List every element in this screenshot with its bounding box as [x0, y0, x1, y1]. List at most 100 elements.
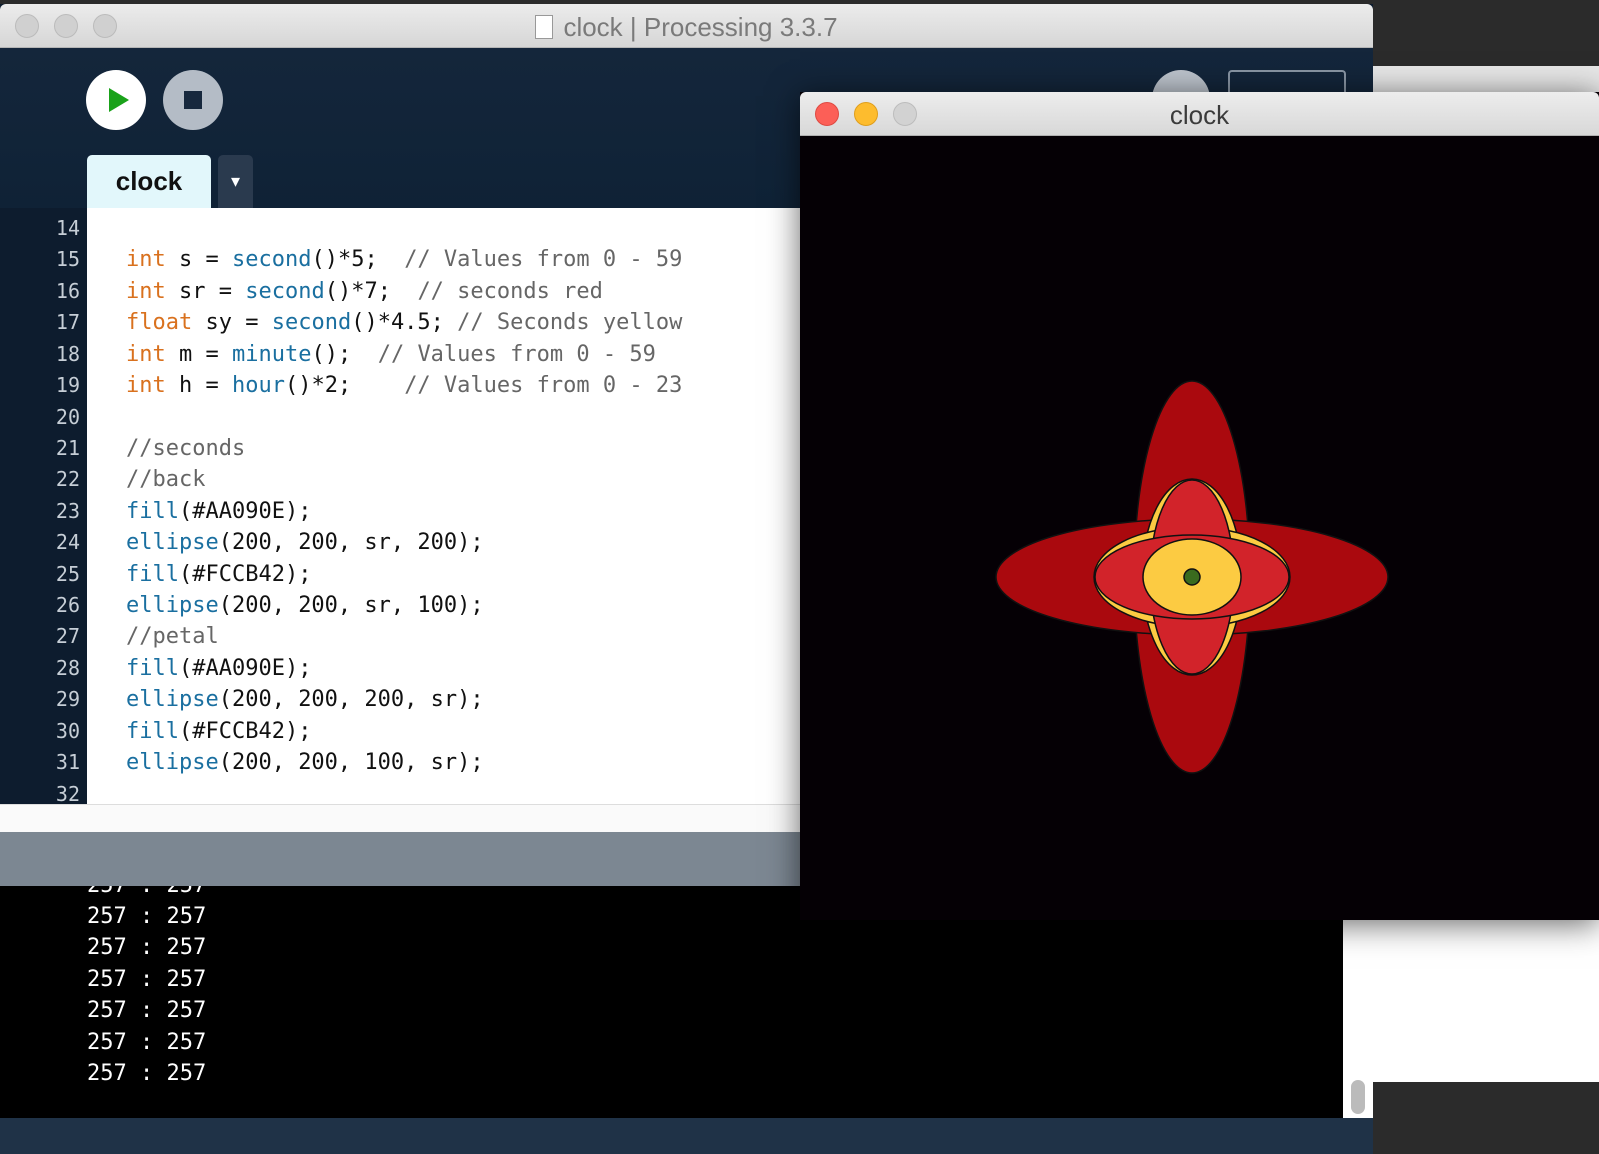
line-number: 14 — [55, 216, 80, 240]
code-line: float sy = second()*4.5; // Seconds yell… — [126, 307, 682, 338]
line-number: 30 — [55, 719, 80, 743]
console-line-partial: 257 : 257 — [87, 886, 206, 901]
window-title: clock | Processing 3.3.7 — [563, 12, 838, 42]
code-line: int sr = second()*7; // seconds red — [126, 276, 603, 307]
code-keyword: int — [126, 342, 166, 367]
line-number: 22 — [55, 467, 80, 491]
code-function: second — [271, 310, 352, 335]
console-line: 257 : 257 — [87, 904, 207, 929]
code-line: //petal — [126, 621, 219, 652]
code-text: ()*7; — [324, 279, 418, 304]
code-text: ()*4.5; — [351, 310, 458, 335]
code-function: second — [245, 279, 325, 304]
code-line: ellipse(200, 200, 100, sr); — [126, 747, 484, 778]
code-line: ellipse(200, 200, 200, sr); — [126, 684, 484, 715]
sketch-window: clock — [800, 92, 1599, 920]
play-icon — [109, 88, 129, 112]
line-number: 27 — [55, 624, 80, 648]
code-text: (200, 200, 200, sr); — [218, 687, 484, 712]
code-comment: // Values from 0 - 23 — [404, 373, 683, 398]
code-text: (#FCCB42); — [178, 719, 312, 744]
code-line: int m = minute(); // Values from 0 - 59 — [126, 339, 656, 370]
window-title-wrap: clock | Processing 3.3.7 — [0, 12, 1373, 43]
sketch-title: clock — [1169, 100, 1230, 130]
code-function: fill — [126, 499, 179, 524]
code-function: ellipse — [126, 687, 219, 712]
code-text: (#FCCB42); — [178, 562, 312, 587]
code-comment: // Seconds yellow — [457, 310, 683, 335]
code-text: (200, 200, sr, 100); — [218, 593, 484, 618]
code-line: fill(#FCCB42); — [126, 559, 311, 590]
line-number: 15 — [55, 247, 80, 271]
console-line: 257 : 257 — [87, 935, 207, 960]
line-number: 21 — [55, 436, 80, 460]
code-line: fill(#AA090E); — [126, 653, 311, 684]
code-function: fill — [126, 562, 179, 587]
line-number: 29 — [55, 687, 80, 711]
code-text: (); — [311, 342, 378, 367]
code-function: hour — [231, 373, 285, 398]
code-text: (#AA090E); — [178, 656, 312, 681]
code-function: second — [231, 247, 312, 272]
line-number: 26 — [55, 593, 80, 617]
code-comment: //petal — [126, 624, 219, 649]
code-line: fill(#AA090E); — [126, 496, 311, 527]
code-line: //seconds — [126, 433, 245, 464]
tab-menu-button[interactable]: ▾ — [218, 155, 253, 208]
code-text: (200, 200, sr, 200); — [218, 530, 484, 555]
line-number: 20 — [55, 405, 80, 429]
sketch-canvas — [995, 380, 1389, 774]
title-bar: clock | Processing 3.3.7 — [0, 4, 1373, 48]
code-text: ()*5; — [311, 247, 405, 272]
background-window-header — [1373, 66, 1599, 93]
tab-clock[interactable]: clock — [87, 155, 211, 208]
code-text: sr = — [165, 279, 246, 304]
stop-icon — [184, 91, 202, 109]
line-number: 16 — [55, 279, 80, 303]
code-function: ellipse — [126, 530, 219, 555]
code-keyword: int — [126, 247, 166, 272]
bottom-tabs-bar — [0, 1118, 1373, 1154]
code-line: ellipse(200, 200, sr, 200); — [126, 527, 484, 558]
code-line: int s = second()*5; // Values from 0 - 5… — [126, 244, 682, 275]
code-line: ellipse(200, 200, sr, 100); — [126, 590, 484, 621]
code-line: fill(#FCCB42); — [126, 716, 311, 747]
code-comment: // seconds red — [417, 279, 603, 304]
console-line: 257 : 257 — [87, 998, 207, 1023]
green-dot — [1183, 568, 1201, 586]
line-number: 19 — [55, 373, 80, 397]
code-keyword: int — [126, 373, 166, 398]
line-number: 25 — [55, 562, 80, 586]
code-keyword: float — [126, 310, 193, 335]
code-comment: // Values from 0 - 59 — [377, 342, 656, 367]
code-keyword: int — [126, 279, 166, 304]
console-line: 257 : 257 — [87, 967, 207, 992]
sketch-title-bar: clock — [800, 92, 1599, 136]
line-number: 18 — [55, 342, 80, 366]
code-text: s = — [165, 247, 232, 272]
code-function: ellipse — [126, 593, 219, 618]
line-number: 23 — [55, 499, 80, 523]
code-line: //back — [126, 464, 205, 495]
scrollbar-thumb[interactable] — [1351, 1080, 1365, 1114]
console-line: 257 : 257 — [87, 1030, 207, 1055]
line-number: 24 — [55, 530, 80, 554]
stop-button[interactable] — [163, 70, 223, 130]
console-output[interactable]: 257 : 257 257 : 257 257 : 257 257 : 257 … — [0, 886, 1343, 1118]
code-text: sy = — [192, 310, 272, 335]
code-text: m = — [165, 342, 232, 367]
line-number: 17 — [55, 310, 80, 334]
console-line: 257 : 257 — [87, 1061, 207, 1086]
code-text: ()*2; — [284, 373, 405, 398]
code-function: ellipse — [126, 750, 219, 775]
line-number: 28 — [55, 656, 80, 680]
code-line: int h = hour()*2; // Values from 0 - 23 — [126, 370, 682, 401]
run-button[interactable] — [86, 70, 146, 130]
code-text: h = — [165, 373, 232, 398]
code-text: (200, 200, 100, sr); — [218, 750, 484, 775]
code-text: (#AA090E); — [178, 499, 312, 524]
code-comment: //back — [126, 467, 206, 492]
line-number: 31 — [55, 750, 80, 774]
code-function: fill — [126, 656, 179, 681]
console-scrollbar[interactable] — [1343, 886, 1373, 1118]
